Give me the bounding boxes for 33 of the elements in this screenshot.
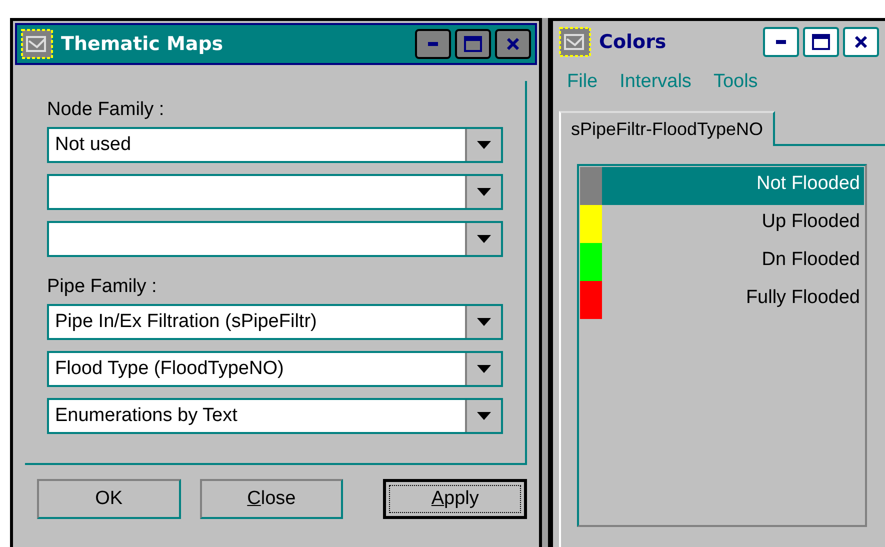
window-title: Thematic Maps [61,33,224,55]
ok-button[interactable]: OK [37,479,181,519]
close-icon [506,37,520,51]
dropdown-field[interactable]: Pipe In/Ex Filtration (sPipeFiltr) [47,304,503,340]
dropdown-arrow-icon [477,235,491,243]
maximize-icon [812,34,830,50]
minimize-button[interactable] [763,27,799,57]
legend-item[interactable]: Dn Flooded [602,243,864,281]
maximize-icon [464,36,482,52]
dropdown-arrow-icon [477,141,491,149]
field-label: Pipe Family : [47,276,158,298]
legend-item[interactable]: Up Flooded [602,205,864,243]
dropdown-field[interactable]: Enumerations by Text [47,398,503,434]
close-icon [854,35,868,49]
dropdown-arrow-icon [477,412,491,420]
close-button[interactable] [843,27,879,57]
dropdown-field[interactable]: Flood Type (FloodTypeNO) [47,351,503,387]
minimize-icon [428,42,438,46]
window-title: Colors [599,31,668,53]
dropdown-field[interactable] [47,174,503,210]
legend-item[interactable]: Fully Flooded [602,281,864,319]
dropdown-field[interactable]: Not used [47,127,503,163]
apply-button[interactable]: Apply [383,479,527,519]
legend-item[interactable]: Not Flooded [602,167,864,205]
dropdown-field[interactable] [47,221,503,257]
tab[interactable]: sPipeFiltr-FloodTypeNO [559,111,776,146]
field-label: Node Family : [47,99,166,121]
dropdown-arrow-icon [477,318,491,326]
dropdown-arrow-icon [477,365,491,373]
close-button[interactable]: Close [200,479,344,519]
dropdown-arrow-icon [477,188,491,196]
maximize-button[interactable] [803,27,839,57]
minimize-icon [776,40,786,44]
